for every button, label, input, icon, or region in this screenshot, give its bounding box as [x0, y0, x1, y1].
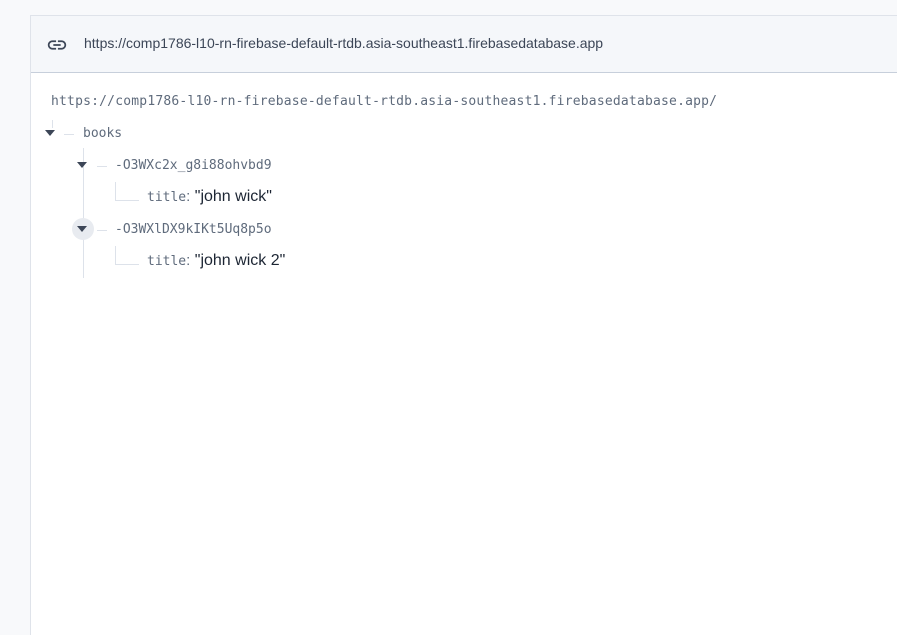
node-key-books[interactable]: books [83, 126, 122, 141]
field-value[interactable]: "john wick 2" [195, 252, 286, 269]
root-node-url[interactable]: https://comp1786-l10-rn-firebase-default… [51, 94, 717, 109]
field-separator: : [186, 252, 191, 269]
leaf-title-child-2[interactable]: title: "john wick 2" [147, 252, 285, 270]
database-url[interactable]: https://comp1786-l10-rn-firebase-default… [84, 35, 603, 51]
node-key-child-2[interactable]: -O3WXlDX9kIKt5Uq8p5o [115, 222, 272, 237]
field-value[interactable]: "john wick" [195, 188, 272, 205]
url-bar: https://comp1786-l10-rn-firebase-default… [31, 16, 897, 73]
collapse-child-1-caret-icon[interactable] [77, 162, 87, 168]
tree-line [115, 264, 139, 265]
tree-line [115, 246, 116, 264]
tree-line [115, 182, 116, 200]
collapse-books-caret-icon[interactable] [45, 130, 55, 136]
tree-line [52, 120, 53, 128]
field-key: title [147, 254, 187, 269]
tree-line [64, 134, 74, 135]
link-icon[interactable] [46, 34, 68, 56]
collapse-child-2-caret-icon[interactable] [77, 226, 87, 232]
tree-line [97, 230, 107, 231]
field-separator: : [186, 188, 191, 205]
database-panel: https://comp1786-l10-rn-firebase-default… [30, 15, 897, 635]
leaf-title-child-1[interactable]: title: "john wick" [147, 188, 272, 206]
node-key-child-1[interactable]: -O3WXc2x_g8i88ohvbd9 [115, 158, 272, 173]
tree-line [115, 200, 139, 201]
field-key: title [147, 190, 187, 205]
tree-line [97, 166, 107, 167]
